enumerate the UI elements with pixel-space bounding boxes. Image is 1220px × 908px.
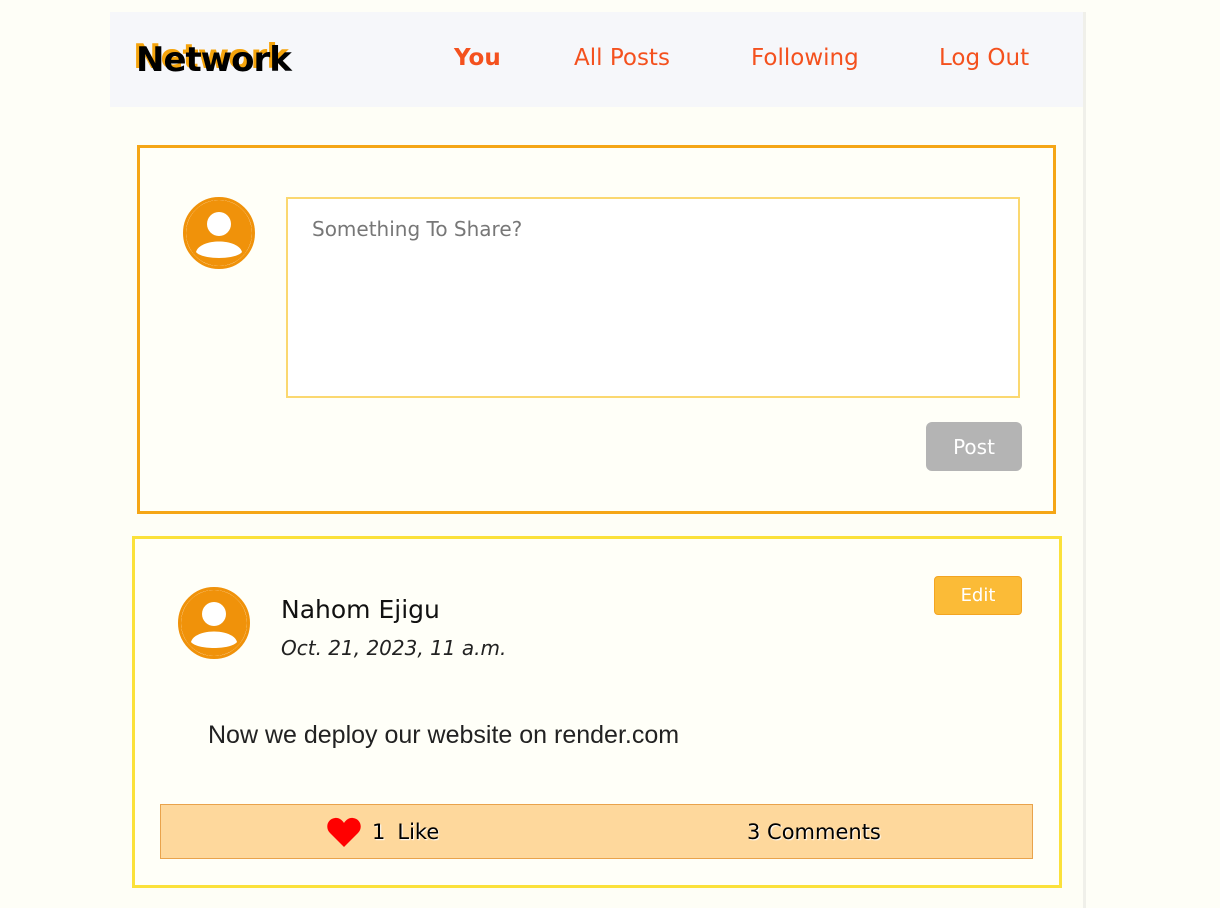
nav-link-you[interactable]: You: [454, 45, 501, 71]
navbar: Network You All Posts Following Log Out: [110, 12, 1083, 107]
heart-icon[interactable]: [326, 815, 362, 849]
post-timestamp: Oct. 21, 2023, 11 a.m.: [281, 636, 507, 660]
user-avatar-icon: [183, 197, 255, 269]
post-author-name[interactable]: Nahom Ejigu: [281, 595, 440, 624]
like-button[interactable]: 1 Like: [326, 815, 439, 849]
like-count: 1: [372, 820, 386, 844]
nav-link-all-posts[interactable]: All Posts: [574, 45, 670, 71]
compose-box: Post: [137, 145, 1056, 514]
post-button[interactable]: Post: [926, 422, 1022, 471]
post-card: Nahom Ejigu Oct. 21, 2023, 11 a.m. Edit …: [132, 536, 1062, 888]
nav-link-log-out[interactable]: Log Out: [939, 45, 1029, 71]
comments-label[interactable]: 3 Comments: [747, 820, 881, 844]
post-content: Now we deploy our website on render.com: [208, 721, 680, 749]
comments-link[interactable]: 3 Comments: [747, 815, 881, 849]
nav-link-following[interactable]: Following: [751, 45, 859, 71]
like-label: Like: [397, 820, 440, 844]
compose-textarea[interactable]: [286, 197, 1020, 398]
post-actions-bar: 1 Like 3 Comments: [160, 804, 1033, 859]
main-column: Network You All Posts Following Log Out …: [110, 12, 1086, 908]
edit-button[interactable]: Edit: [934, 576, 1022, 615]
brand-logo[interactable]: Network: [136, 40, 292, 80]
author-avatar-icon[interactable]: [178, 587, 250, 659]
